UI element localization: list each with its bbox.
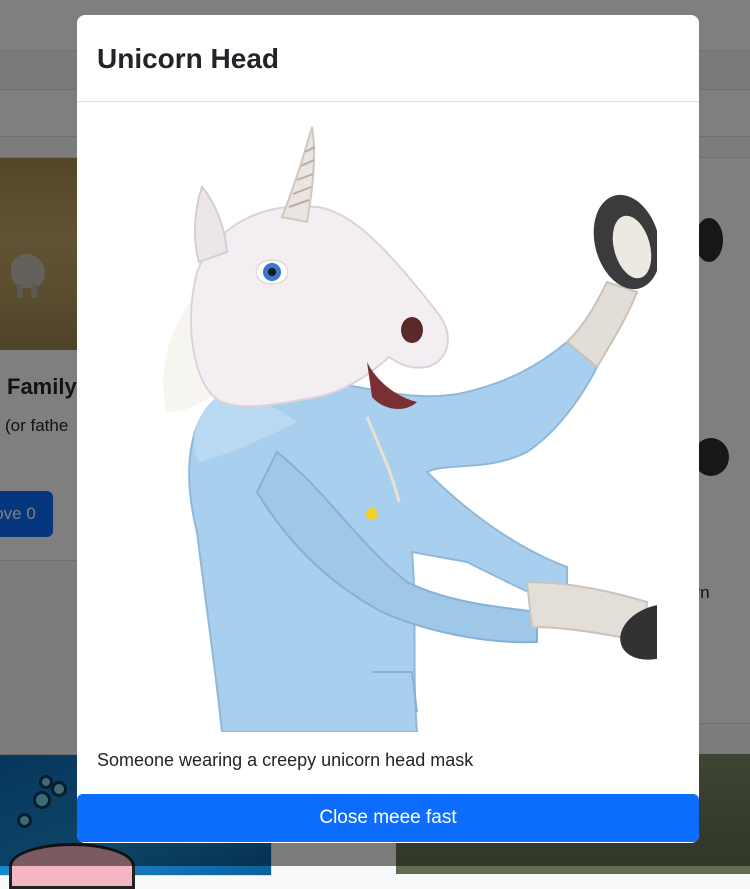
unicorn-mask-image: [163, 126, 657, 732]
modal-dialog: Unicorn Head Someone wearing a creepy un…: [77, 15, 699, 843]
modal-caption: Someone wearing a creepy unicorn head ma…: [97, 750, 474, 770]
modal-header: Unicorn Head: [77, 15, 699, 102]
modal-title: Unicorn Head: [97, 43, 280, 74]
close-button[interactable]: Close meee fast: [77, 794, 699, 842]
modal-body: Someone wearing a creepy unicorn head ma…: [77, 102, 699, 794]
